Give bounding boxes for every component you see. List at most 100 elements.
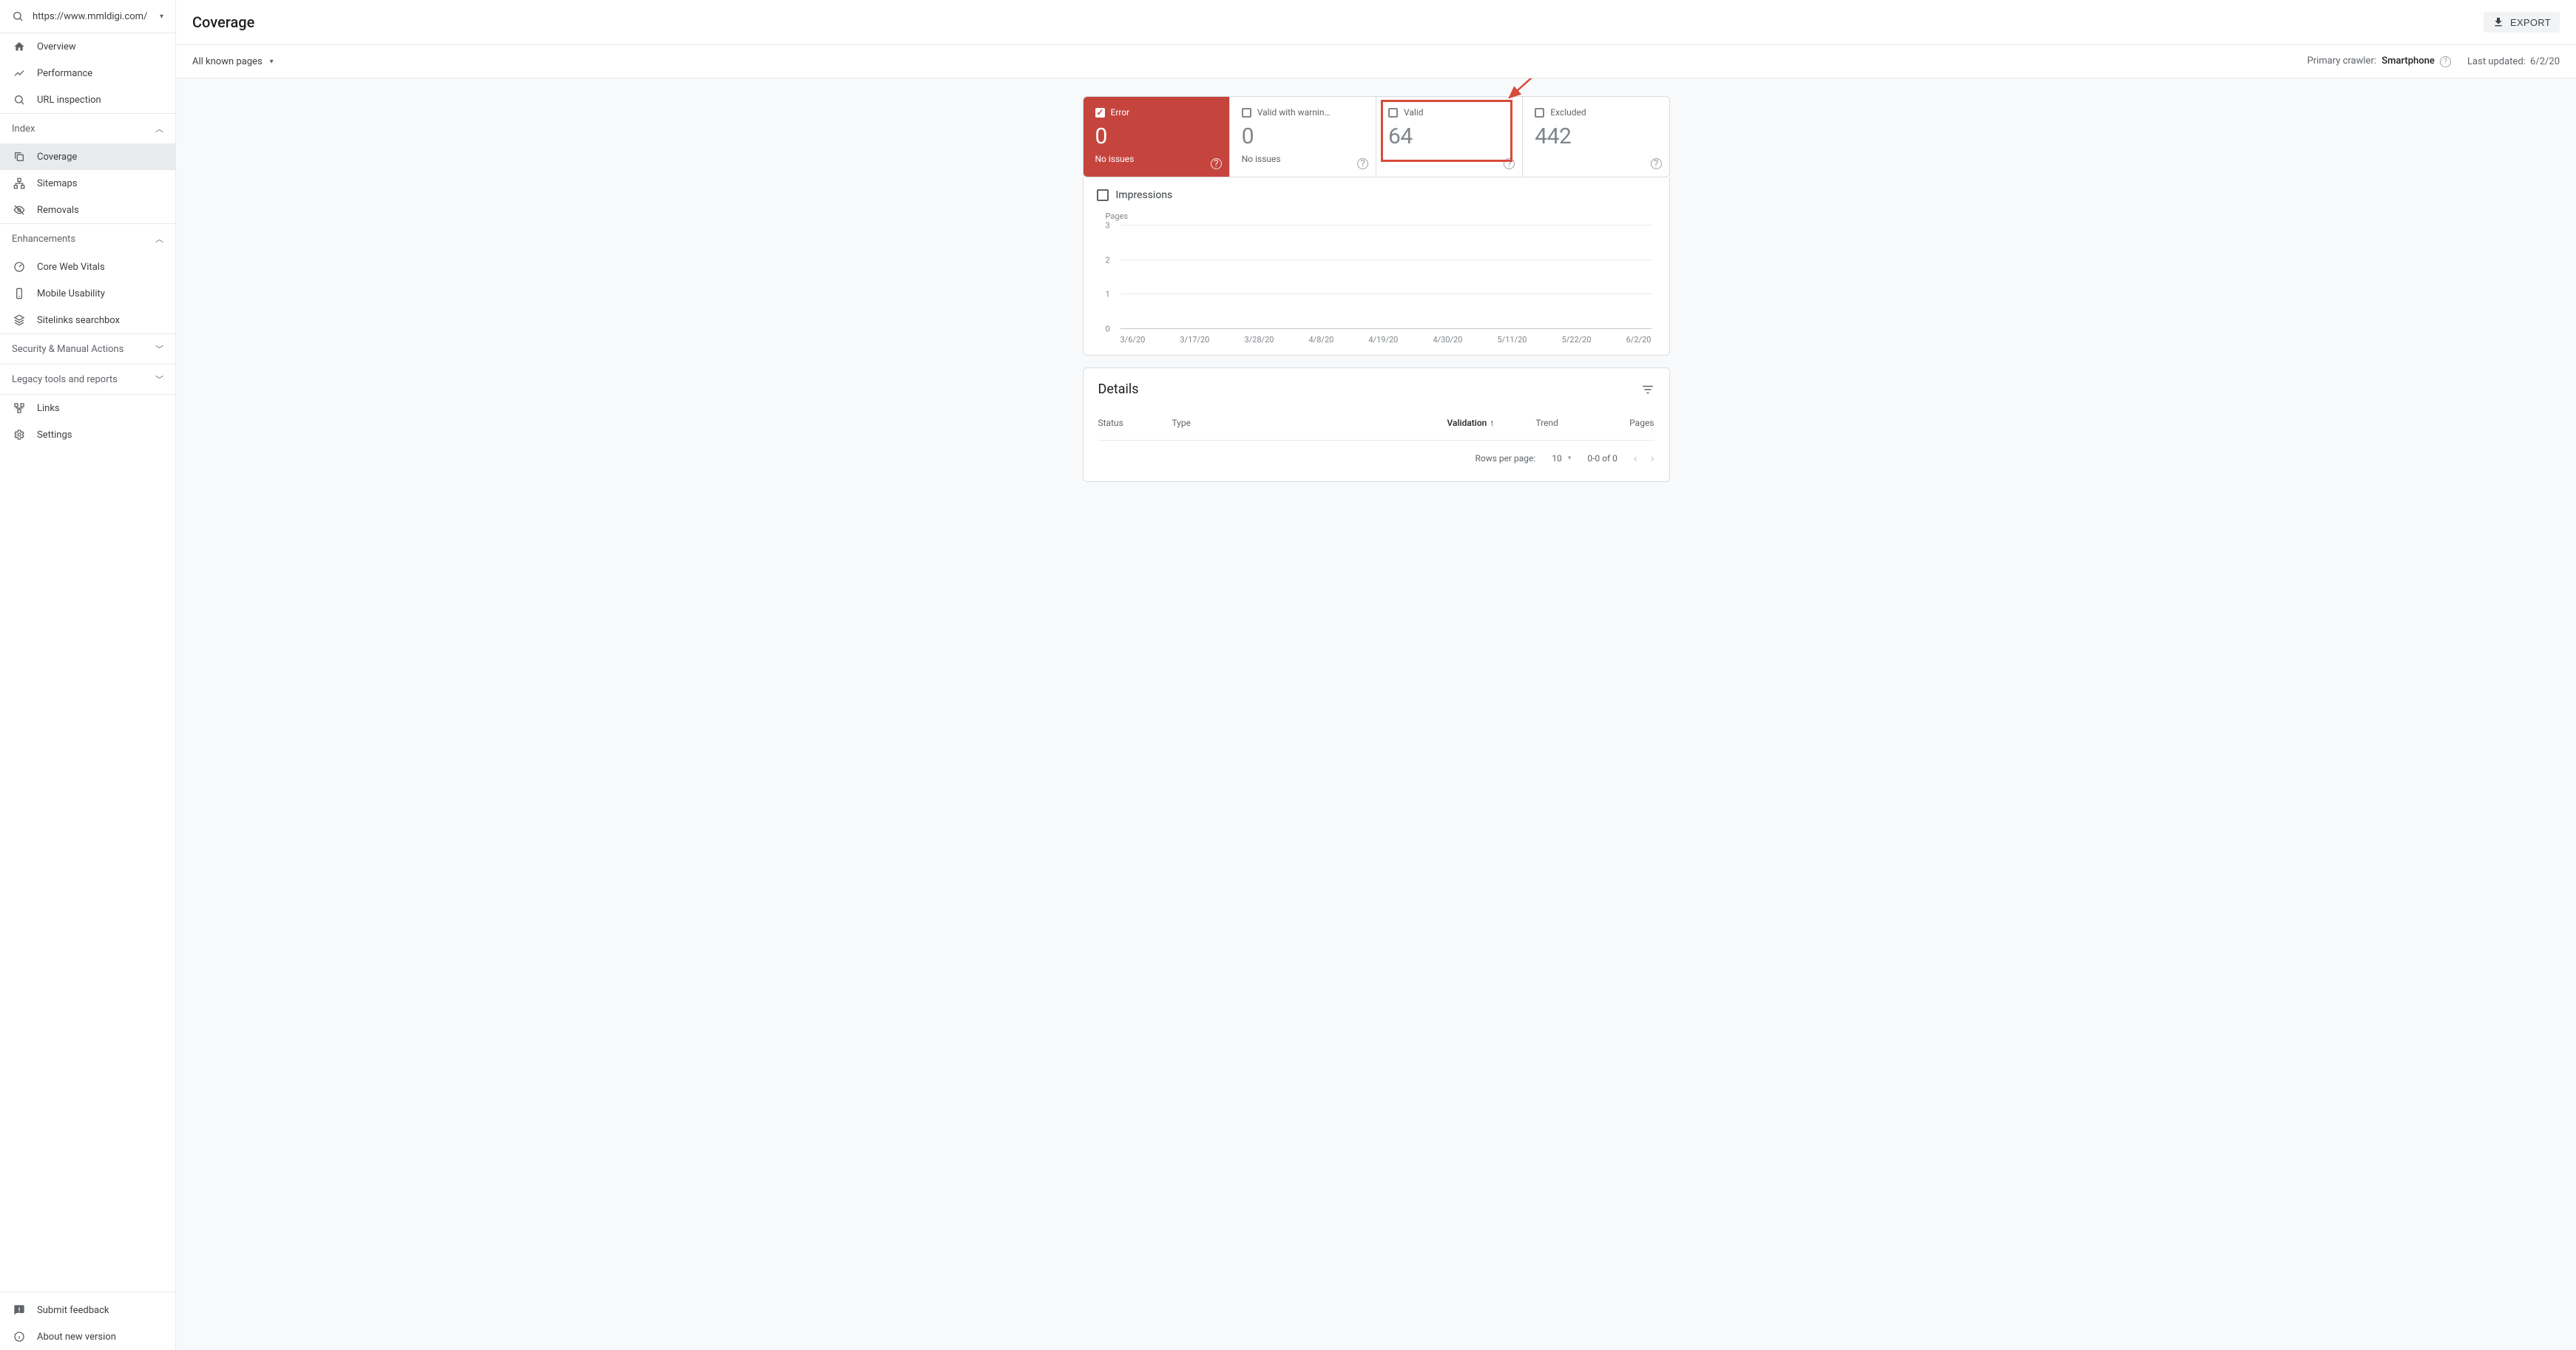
card-value: 442 — [1535, 123, 1657, 149]
x-axis-ticks: 3/6/20 3/17/20 3/28/20 4/8/20 4/19/20 4/30/20… — [1120, 335, 1652, 345]
x-tick: 4/8/20 — [1309, 335, 1334, 345]
filter-icon[interactable] — [1641, 383, 1654, 396]
dropdown-icon: ▾ — [270, 58, 274, 66]
x-tick: 5/11/20 — [1498, 335, 1527, 345]
feedback-icon — [12, 1304, 27, 1316]
sidebar-item-feedback[interactable]: Submit feedback — [0, 1297, 175, 1323]
col-type[interactable]: Type — [1172, 418, 1447, 428]
x-tick: 5/22/20 — [1562, 335, 1592, 345]
speed-icon — [12, 261, 27, 273]
checkbox-icon — [1388, 108, 1398, 118]
chevron-down-icon: ﹀ — [155, 343, 163, 355]
x-tick: 3/17/20 — [1180, 335, 1209, 345]
chevron-up-icon: ︿ — [155, 233, 163, 245]
search-icon — [12, 94, 27, 106]
sidebar-item-links[interactable]: Links — [0, 395, 175, 421]
x-tick: 3/28/20 — [1244, 335, 1274, 345]
chart-card: Impressions Pages 3210 3/6/203/17/203/28… — [1083, 177, 1670, 356]
dropdown-icon: ▾ — [1568, 455, 1572, 462]
export-button[interactable]: EXPORT — [2484, 12, 2560, 33]
status-card-excluded[interactable]: Excluded 442 ? — [1523, 97, 1669, 177]
property-selector[interactable]: https://www.mmldigi.com/ ▾ — [0, 0, 175, 33]
card-label: Valid with warnin… — [1257, 107, 1331, 118]
section-enhancements[interactable]: Enhancements ︿ — [0, 223, 175, 254]
next-page-button[interactable]: › — [1651, 451, 1654, 465]
sidebar-item-overview[interactable]: Overview — [0, 33, 175, 60]
x-tick: 4/19/20 — [1368, 335, 1398, 345]
sidebar-item-mobile-usability[interactable]: Mobile Usability — [0, 280, 175, 307]
sidebar-item-label: Submit feedback — [37, 1305, 109, 1316]
x-tick: 6/2/20 — [1626, 335, 1652, 345]
help-icon[interactable]: ? — [2440, 56, 2451, 67]
help-icon[interactable]: ? — [1357, 158, 1368, 169]
sidebar-item-sitelinks[interactable]: Sitelinks searchbox — [0, 307, 175, 333]
status-cards: Error 0 No issues ? Valid with warnin… 0 — [1083, 96, 1670, 177]
sidebar-item-removals[interactable]: Removals — [0, 197, 175, 223]
y-tick: 0 — [1106, 325, 1110, 334]
sidebar-item-settings[interactable]: Settings — [0, 421, 175, 448]
col-status[interactable]: Status — [1098, 418, 1172, 428]
status-card-warning[interactable]: Valid with warnin… 0 No issues ? — [1230, 97, 1376, 177]
impressions-label: Impressions — [1116, 189, 1173, 201]
card-subtext: No issues — [1095, 154, 1217, 164]
section-label: Security & Manual Actions — [12, 344, 124, 355]
card-label: Error — [1111, 107, 1130, 118]
sidebar-nav: Overview Performance URL inspection Inde… — [0, 33, 175, 1292]
gear-icon — [12, 429, 27, 441]
sidebar-item-label: Mobile Usability — [37, 288, 105, 299]
property-url: https://www.mmldigi.com/ — [33, 11, 160, 22]
page-filter-dropdown[interactable]: All known pages ▾ — [192, 56, 274, 67]
trend-icon — [12, 67, 27, 79]
page-header: Coverage EXPORT — [176, 0, 2576, 45]
sort-asc-icon: ↑ — [1490, 418, 1494, 428]
details-title: Details — [1098, 381, 1139, 397]
chevron-up-icon: ︿ — [155, 123, 163, 135]
layers-icon — [12, 314, 27, 326]
x-tick: 3/6/20 — [1120, 335, 1146, 345]
sidebar-item-label: Links — [37, 403, 60, 414]
mobile-icon — [12, 288, 27, 299]
pagination-range: 0-0 of 0 — [1587, 453, 1617, 464]
col-trend[interactable]: Trend — [1536, 418, 1610, 428]
prev-page-button[interactable]: ‹ — [1634, 451, 1637, 465]
info-icon — [12, 1331, 27, 1343]
sidebar-item-label: Coverage — [37, 152, 77, 163]
subheader: All known pages ▾ Primary crawler: Smart… — [176, 45, 2576, 78]
section-label: Enhancements — [12, 234, 75, 245]
card-value: 0 — [1095, 123, 1217, 149]
y-tick: 3 — [1106, 221, 1110, 231]
property-icon — [12, 10, 25, 22]
help-icon[interactable]: ? — [1651, 158, 1662, 169]
sidebar-item-sitemaps[interactable]: Sitemaps — [0, 170, 175, 197]
x-tick: 4/30/20 — [1433, 335, 1462, 345]
col-pages[interactable]: Pages — [1610, 418, 1654, 428]
sidebar: https://www.mmldigi.com/ ▾ Overview Perf… — [0, 0, 176, 1350]
help-icon[interactable]: ? — [1504, 158, 1515, 169]
section-label: Legacy tools and reports — [12, 374, 118, 385]
sidebar-item-about[interactable]: About new version — [0, 1323, 175, 1350]
home-icon — [12, 41, 27, 52]
y-axis-label: Pages — [1106, 211, 1129, 221]
sidebar-item-url-inspection[interactable]: URL inspection — [0, 87, 175, 113]
checkbox-icon — [1535, 108, 1544, 118]
card-label: Excluded — [1550, 107, 1586, 118]
sidebar-item-coverage[interactable]: Coverage — [0, 143, 175, 170]
status-card-error[interactable]: Error 0 No issues ? — [1084, 97, 1230, 177]
main-content: Coverage EXPORT All known pages ▾ Primar… — [176, 0, 2576, 1350]
rows-per-page-dropdown[interactable]: 10 ▾ — [1552, 453, 1571, 464]
checkbox-icon — [1097, 189, 1109, 201]
filter-label: All known pages — [192, 56, 263, 67]
sidebar-footer: Submit feedback About new version — [0, 1292, 175, 1350]
sidebar-item-cwv[interactable]: Core Web Vitals — [0, 254, 175, 280]
status-card-valid[interactable]: Valid 64 ? — [1376, 97, 1523, 177]
checkbox-checked-icon — [1095, 108, 1105, 118]
copy-icon — [12, 151, 27, 163]
help-icon[interactable]: ? — [1211, 158, 1222, 169]
impressions-toggle[interactable]: Impressions — [1097, 189, 1656, 201]
sidebar-item-label: URL inspection — [37, 95, 101, 106]
section-security[interactable]: Security & Manual Actions ﹀ — [0, 333, 175, 364]
sidebar-item-performance[interactable]: Performance — [0, 60, 175, 87]
section-index[interactable]: Index ︿ — [0, 113, 175, 143]
section-legacy[interactable]: Legacy tools and reports ﹀ — [0, 364, 175, 394]
col-validation[interactable]: Validation ↑ — [1447, 418, 1536, 428]
